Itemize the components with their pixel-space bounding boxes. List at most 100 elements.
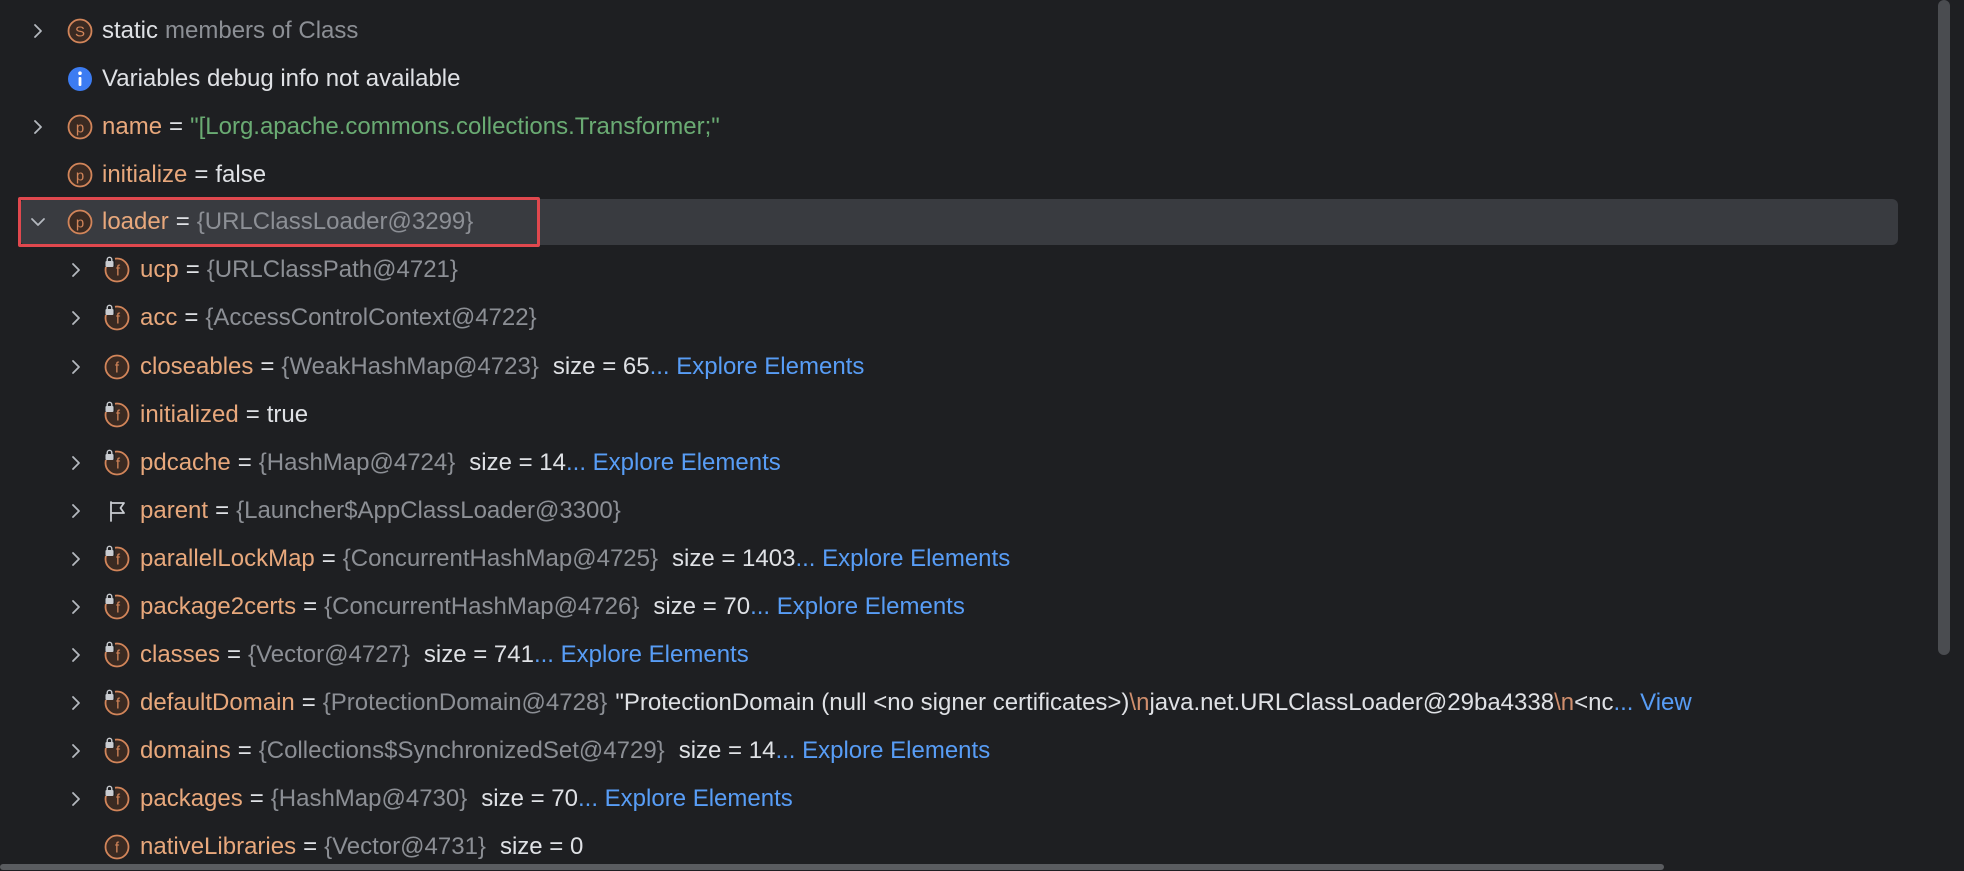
field-icon — [103, 833, 131, 861]
row-content: defaultDomain = {ProtectionDomain@4728} … — [140, 679, 1692, 727]
chevron-right-icon[interactable] — [64, 595, 88, 619]
row-size: size = 70 — [481, 785, 578, 812]
info-icon — [66, 65, 94, 93]
row-content: domains = {Collections$SynchronizedSet@4… — [140, 727, 990, 775]
row-type: {HashMap@4724} — [258, 449, 456, 476]
chevron-right-icon[interactable] — [64, 355, 88, 379]
tree-row-parent[interactable]: parent = {Launcher$AppClassLoader@3300} — [0, 487, 1930, 535]
chevron-right-icon[interactable] — [64, 691, 88, 715]
row-key: ucp — [140, 256, 179, 283]
chevron-right-icon[interactable] — [64, 258, 88, 282]
selection-outline — [18, 197, 540, 247]
row-size: size = 65 — [552, 353, 650, 380]
row-eq: = — [215, 497, 230, 524]
property-icon — [66, 113, 94, 141]
tree-row-closeables[interactable]: closeables = {WeakHashMap@4723} size = 6… — [0, 343, 1930, 391]
field-private-icon — [103, 256, 131, 284]
row-key: static — [102, 17, 159, 44]
chevron-right-icon[interactable] — [64, 739, 88, 763]
explore-elements-link[interactable]: ... Explore Elements — [775, 737, 990, 765]
chevron-right-icon[interactable] — [26, 19, 50, 43]
row-escape: \n — [1554, 689, 1575, 716]
row-value: true — [266, 401, 309, 428]
tree-row-name[interactable]: name = "[Lorg.apache.commons.collections… — [0, 103, 1930, 151]
chevron-right-icon[interactable] — [64, 547, 88, 571]
row-key: parallelLockMap — [140, 545, 315, 572]
row-eq: = — [245, 401, 260, 428]
row-string-part: java.net.URLClassLoader@29ba4338 — [1149, 689, 1555, 716]
tree-row-package2certs[interactable]: package2certs = {ConcurrentHashMap@4726}… — [0, 583, 1930, 631]
tree-row-static-members[interactable]: static members of Class — [0, 7, 1930, 55]
chevron-right-icon[interactable] — [64, 499, 88, 523]
row-type: {AccessControlContext@4722} — [205, 304, 537, 331]
flag-icon — [103, 497, 131, 525]
row-content: name = "[Lorg.apache.commons.collections… — [102, 103, 720, 151]
row-key: acc — [140, 304, 178, 331]
row-value: "[Lorg.apache.commons.collections.Transf… — [190, 113, 720, 140]
field-private-icon — [103, 449, 131, 477]
row-eq: = — [185, 256, 200, 283]
row-content: pdcache = {HashMap@4724} size = 14 ... E… — [140, 439, 781, 487]
vertical-scrollbar[interactable] — [1938, 0, 1950, 655]
row-type: {WeakHashMap@4723} — [281, 353, 539, 380]
tree-row-parallelLockMap[interactable]: parallelLockMap = {ConcurrentHashMap@472… — [0, 535, 1930, 583]
horizontal-scrollbar[interactable] — [0, 864, 1664, 870]
chevron-right-icon[interactable] — [64, 787, 88, 811]
tree-row-defaultDomain[interactable]: defaultDomain = {ProtectionDomain@4728} … — [0, 679, 1930, 727]
row-content: ucp = {URLClassPath@4721} — [140, 246, 458, 294]
chevron-right-icon[interactable] — [64, 451, 88, 475]
row-eq: = — [321, 545, 336, 572]
explore-elements-link[interactable]: ... Explore Elements — [534, 641, 749, 669]
row-eq: = — [301, 689, 316, 716]
explore-elements-link[interactable]: ... Explore Elements — [566, 449, 781, 477]
row-content: initialized = true — [140, 391, 308, 439]
row-content: classes = {Vector@4727} size = 741 ... E… — [140, 631, 749, 679]
tree-row-pdcache[interactable]: pdcache = {HashMap@4724} size = 14 ... E… — [0, 439, 1930, 487]
row-key: domains — [140, 737, 231, 764]
row-type: {Launcher$AppClassLoader@3300} — [236, 497, 621, 524]
row-type: {HashMap@4730} — [270, 785, 468, 812]
explore-elements-link[interactable]: ... Explore Elements — [578, 785, 793, 813]
tree-row-classes[interactable]: classes = {Vector@4727} size = 741 ... E… — [0, 631, 1930, 679]
row-key: initialize — [102, 161, 188, 188]
chevron-right-icon[interactable] — [64, 306, 88, 330]
field-private-icon — [103, 545, 131, 573]
chevron-right-icon[interactable] — [26, 115, 50, 139]
row-content: Variables debug info not available — [102, 55, 460, 103]
tree-row-ucp[interactable]: ucp = {URLClassPath@4721} — [0, 246, 1930, 294]
field-private-icon — [103, 401, 131, 429]
row-key: classes — [140, 641, 221, 668]
field-private-icon — [103, 304, 131, 332]
row-key: pdcache — [140, 449, 231, 476]
explore-elements-link[interactable]: ... Explore Elements — [795, 545, 1010, 573]
row-rest: members of Class — [165, 17, 359, 44]
row-key: closeables — [140, 353, 254, 380]
info-text: Variables debug info not available — [102, 65, 461, 92]
field-private-icon — [103, 641, 131, 669]
row-key: defaultDomain — [140, 689, 295, 716]
row-string-part: <nc — [1574, 689, 1614, 716]
field-icon — [103, 353, 131, 381]
tree-row-initialize[interactable]: initialize = false — [0, 151, 1930, 199]
row-eq: = — [227, 641, 242, 668]
row-type: {Vector@4727} — [248, 641, 410, 668]
row-key: packages — [140, 785, 243, 812]
row-content: acc = {AccessControlContext@4722} — [140, 294, 537, 342]
field-private-icon — [103, 785, 131, 813]
row-content: package2certs = {ConcurrentHashMap@4726}… — [140, 583, 965, 631]
tree-row-packages[interactable]: packages = {HashMap@4730} size = 70 ... … — [0, 775, 1930, 823]
tree-row-domains[interactable]: domains = {Collections$SynchronizedSet@4… — [0, 727, 1930, 775]
row-type: {Collections$SynchronizedSet@4729} — [258, 737, 665, 764]
row-eq: = — [184, 304, 199, 331]
tree-row-initialized[interactable]: initialized = true — [0, 391, 1930, 439]
explore-elements-link[interactable]: ... Explore Elements — [650, 353, 865, 381]
view-link[interactable]: ... View — [1613, 689, 1691, 717]
explore-elements-link[interactable]: ... Explore Elements — [750, 593, 965, 621]
row-content: parent = {Launcher$AppClassLoader@3300} — [140, 487, 621, 535]
tree-row-acc[interactable]: acc = {AccessControlContext@4722} — [0, 294, 1930, 342]
row-size: size = 0 — [499, 833, 584, 860]
row-content: parallelLockMap = {ConcurrentHashMap@472… — [140, 535, 1010, 583]
row-eq: = — [237, 737, 252, 764]
chevron-right-icon[interactable] — [64, 643, 88, 667]
row-eq: = — [303, 593, 318, 620]
